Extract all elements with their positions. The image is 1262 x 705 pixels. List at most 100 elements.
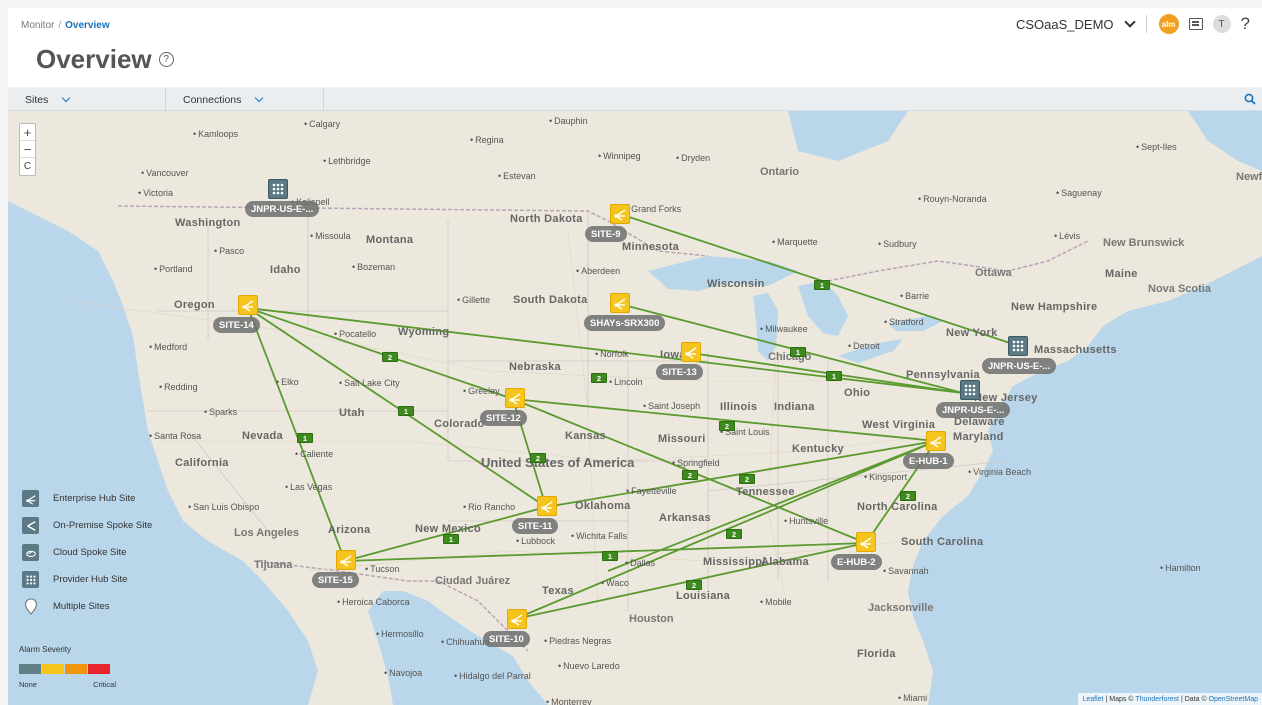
- enterprise-hub-icon: [22, 490, 39, 507]
- reset-view-button[interactable]: C: [20, 158, 35, 175]
- map-place-label: Dryden: [676, 153, 710, 163]
- map-place-label: California: [175, 457, 229, 469]
- thunderforest-link[interactable]: Thunderforest: [1135, 696, 1179, 703]
- help-circle-icon[interactable]: ?: [158, 52, 174, 67]
- chat-icon[interactable]: [1188, 18, 1203, 30]
- alarm-severity-legend: Alarm Severity None Critical: [19, 645, 116, 689]
- map-place-label: Idaho: [270, 264, 301, 276]
- map-place-label: Virginia Beach: [968, 467, 1031, 477]
- map-place-label: Tucson: [365, 564, 399, 574]
- on-premise-spoke-icon: [22, 517, 39, 534]
- spoke-site-icon: [681, 342, 701, 362]
- sites-filter-label: Sites: [25, 93, 49, 106]
- map-place-label: North Dakota: [510, 213, 583, 225]
- leaflet-link[interactable]: Leaflet: [1082, 696, 1103, 703]
- map-place-label: Minnesota: [622, 241, 680, 253]
- map-place-label: Norfolk: [595, 349, 629, 359]
- site-label: SITE-10: [483, 631, 530, 647]
- breadcrumb-monitor[interactable]: Monitor: [21, 20, 54, 31]
- help-icon[interactable]: ?: [1241, 14, 1250, 34]
- connection-count-badge[interactable]: 1: [443, 534, 459, 544]
- zoom-out-button[interactable]: −: [20, 141, 35, 158]
- map-place-label: United States of America: [481, 455, 635, 470]
- map-place-label: Missoula: [310, 231, 351, 241]
- connection-count-badge[interactable]: 2: [686, 580, 702, 590]
- map-place-label: Victoria: [138, 188, 173, 198]
- map-place-label: Wichita Falls: [571, 531, 627, 541]
- connection-count-badge[interactable]: 2: [719, 421, 735, 431]
- breadcrumb-overview[interactable]: Overview: [65, 20, 109, 31]
- avatar[interactable]: T: [1212, 15, 1231, 33]
- map-place-label: Rouyn-Noranda: [918, 194, 987, 204]
- map-place-label: Winnipeg: [598, 151, 641, 161]
- connection-count-badge[interactable]: 2: [682, 470, 698, 480]
- connection-count-badge[interactable]: 2: [530, 453, 546, 463]
- connection-count-badge[interactable]: 1: [602, 551, 618, 561]
- topology-map[interactable]: Calgary Kamloops Lethbridge Regina Winnipeg D…: [8, 111, 1262, 705]
- map-place-label: Massachusetts: [1034, 344, 1117, 356]
- alarm-bell-icon[interactable]: alm: [1158, 14, 1179, 34]
- connection-count-badge[interactable]: 1: [398, 406, 414, 416]
- map-place-label: Texas: [542, 585, 574, 597]
- connection-count-badge[interactable]: 2: [739, 474, 755, 484]
- map-place-label: Kingsport: [864, 472, 907, 482]
- map-place-label: Washington: [175, 217, 241, 229]
- map-place-label: Tennessee: [736, 486, 795, 498]
- map-place-label: Nuevo Laredo: [558, 661, 620, 671]
- map-place-label: Saguenay: [1056, 188, 1102, 198]
- map-place-label: West Virginia: [862, 419, 936, 431]
- map-place-label: Sudbury: [878, 239, 917, 249]
- connection-count-badge[interactable]: 2: [726, 529, 742, 539]
- openstreetmap-link[interactable]: OpenStreetMap: [1209, 696, 1258, 703]
- site-label: SITE-15: [312, 572, 359, 588]
- connection-count-badge[interactable]: 1: [790, 347, 806, 357]
- site-label: SITE-14: [213, 317, 260, 333]
- connections-filter-dropdown[interactable]: Connections: [166, 88, 324, 111]
- connection-count-badge[interactable]: 1: [814, 280, 830, 290]
- legend-item: Multiple Sites: [22, 593, 172, 620]
- connections-filter-label: Connections: [183, 93, 242, 106]
- map-place-label: North Carolina: [857, 501, 938, 513]
- sites-filter-dropdown[interactable]: Sites: [8, 88, 166, 111]
- map-place-label: Kansas: [565, 430, 606, 442]
- spoke-site-icon: [507, 609, 527, 629]
- map-place-label: Oregon: [174, 299, 215, 311]
- provider-hub-icon: [960, 380, 980, 400]
- site-label: SITE-11: [512, 518, 559, 534]
- map-place-label: Bozeman: [352, 262, 395, 272]
- map-place-label: Illinois: [720, 401, 758, 413]
- map-place-label: Lubbock: [516, 536, 555, 546]
- connection-count-badge[interactable]: 1: [297, 433, 313, 443]
- map-place-label: Miami: [898, 693, 927, 703]
- provider-hub-icon: [1008, 336, 1028, 356]
- connection-count-badge[interactable]: 2: [900, 491, 916, 501]
- connection-count-badge[interactable]: 2: [382, 352, 398, 362]
- map-place-label: Barrie: [900, 291, 929, 301]
- map-place-label: Redding: [159, 382, 198, 392]
- map-place-label: Kamloops: [193, 129, 238, 139]
- map-place-label: Louisiana: [676, 590, 731, 602]
- map-legend: Enterprise Hub Site On-Premise Spoke Sit…: [22, 485, 172, 620]
- map-place-label: Sparks: [204, 407, 237, 417]
- map-place-label: New Brunswick: [1103, 237, 1185, 249]
- map-place-label: Alabama: [761, 556, 809, 568]
- data-credit: Data ©: [1184, 695, 1207, 703]
- tenant-selector[interactable]: CSOaaS_DEMO: [1016, 16, 1136, 32]
- site-label: JNPR-US-E-...: [982, 358, 1057, 374]
- site-label: SITE-9: [585, 226, 627, 242]
- header-toolbar: CSOaaS_DEMO alm T ?: [1016, 12, 1250, 36]
- connection-count-badge[interactable]: 1: [826, 371, 842, 381]
- map-place-label: Ciudad Juárez: [435, 575, 511, 587]
- map-place-label: Colorado: [434, 418, 485, 430]
- map-place-label: Ontario: [760, 166, 800, 178]
- connection-count-badge[interactable]: 2: [591, 373, 607, 383]
- legend-item: On-Premise Spoke Site: [22, 512, 172, 539]
- site-label: SHAYs-SRX300: [584, 315, 666, 331]
- map-place-label: Mobile: [760, 597, 792, 607]
- search-icon[interactable]: [1244, 93, 1256, 105]
- map-place-label: Lincoln: [609, 377, 643, 387]
- page-title: Overview ?: [36, 44, 174, 75]
- site-label: JNPR-US-E-...: [936, 402, 1011, 418]
- zoom-in-button[interactable]: +: [20, 124, 35, 141]
- map-place-label: Mississippi: [703, 556, 766, 568]
